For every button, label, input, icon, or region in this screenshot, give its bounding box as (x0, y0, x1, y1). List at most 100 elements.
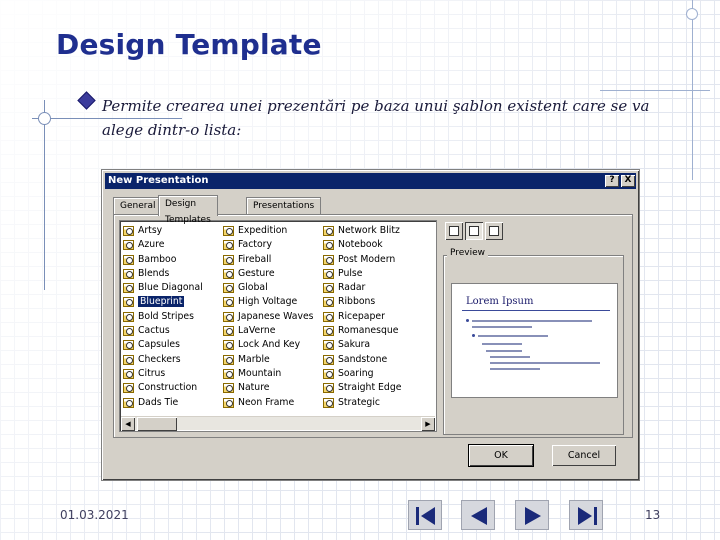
template-item[interactable]: Sakura (321, 338, 421, 352)
template-item[interactable]: Gesture (221, 267, 321, 281)
slide-title: Design Template (56, 28, 322, 61)
preview-text-line (478, 335, 548, 337)
template-file-icon (223, 340, 234, 351)
template-item-label: Global (238, 282, 268, 294)
template-file-icon (223, 240, 234, 251)
template-item[interactable]: Cactus (121, 324, 221, 338)
template-column: Artsy Azure Bamboo Blends Blue Diagonal Bluep… (121, 224, 221, 410)
template-file-icon (123, 297, 134, 308)
template-item[interactable]: Azure (121, 238, 221, 252)
template-item[interactable]: Post Modern (321, 253, 421, 267)
preview-slide-title: Lorem Ipsum (466, 296, 534, 307)
template-item[interactable]: Neon Frame (221, 396, 321, 410)
template-item[interactable]: Blueprint (121, 295, 221, 309)
ok-button[interactable]: OK (469, 445, 533, 466)
preview-text-line (486, 350, 522, 352)
template-item[interactable]: Soaring (321, 367, 421, 381)
template-file-icon (323, 354, 334, 365)
template-item[interactable]: Dads Tie (121, 396, 221, 410)
template-item-label: Mountain (238, 367, 282, 379)
tab-presentations[interactable]: Presentations (246, 197, 322, 215)
template-item[interactable]: Blends (121, 267, 221, 281)
template-item[interactable]: Expedition (221, 224, 321, 238)
template-item-label: Artsy (138, 225, 163, 236)
template-item[interactable]: Global (221, 281, 321, 295)
slide-date: 01.03.2021 (60, 508, 129, 522)
template-file-icon (123, 340, 134, 351)
template-item[interactable]: Citrus (121, 367, 221, 381)
template-file-icon (323, 340, 334, 351)
template-item[interactable]: Checkers (121, 353, 221, 367)
next-slide-icon[interactable] (515, 500, 549, 530)
template-file-icon (323, 240, 334, 251)
template-item[interactable]: High Voltage (221, 295, 321, 309)
scroll-thumb[interactable] (137, 417, 177, 431)
template-item[interactable]: Blue Diagonal (121, 281, 221, 295)
template-item-label: Network Blitz (338, 225, 400, 236)
template-item-label: Lock And Key (238, 339, 301, 351)
tab-general[interactable]: General (113, 197, 163, 215)
template-file-icon (123, 268, 134, 279)
list-view-icon[interactable] (465, 222, 483, 240)
template-item[interactable]: Radar (321, 281, 421, 295)
template-file-icon (123, 383, 134, 394)
template-item-label: Bold Stripes (138, 310, 194, 322)
dialog-title: New Presentation (108, 175, 209, 186)
template-item[interactable]: Nature (221, 381, 321, 395)
template-column: Expedition Factory Fireball Gesture Global Hi… (221, 224, 321, 410)
template-file-icon (323, 326, 334, 337)
scroll-right-icon[interactable]: ▶ (421, 417, 435, 431)
template-item[interactable]: Romanesque (321, 324, 421, 338)
template-item[interactable]: Network Blitz (321, 224, 421, 238)
horizontal-scrollbar[interactable]: ◀ ▶ (121, 416, 435, 431)
template-item[interactable]: Bamboo (121, 253, 221, 267)
tab-design-templates[interactable]: Design Templates (158, 195, 218, 225)
preview-label: Preview (447, 248, 489, 258)
template-item-label: Pulse (338, 267, 363, 279)
template-item[interactable]: Ribbons (321, 295, 421, 309)
preview-text-line (490, 356, 530, 358)
template-item[interactable]: LaVerne (221, 324, 321, 338)
preview-rule (462, 310, 610, 311)
template-item[interactable]: Japanese Waves (221, 310, 321, 324)
template-item[interactable]: Pulse (321, 267, 421, 281)
template-item[interactable]: Factory (221, 238, 321, 252)
scroll-left-icon[interactable]: ◀ (121, 417, 135, 431)
template-item[interactable]: Sandstone (321, 353, 421, 367)
help-button[interactable]: ? (605, 175, 619, 187)
cancel-button[interactable]: Cancel (552, 445, 616, 466)
template-item[interactable]: Straight Edge (321, 381, 421, 395)
last-slide-icon[interactable] (569, 500, 603, 530)
template-file-icon (223, 283, 234, 294)
preview-text-line (472, 326, 532, 328)
template-item-label: Factory (238, 239, 272, 251)
template-item[interactable]: Mountain (221, 367, 321, 381)
template-item-label: Soaring (338, 367, 374, 379)
template-item[interactable]: Bold Stripes (121, 310, 221, 324)
template-file-icon (123, 326, 134, 337)
template-item[interactable]: Construction (121, 381, 221, 395)
template-item[interactable]: Lock And Key (221, 338, 321, 352)
template-item-label: Ricepaper (338, 310, 385, 322)
preview-bullet (472, 334, 475, 337)
previous-slide-icon[interactable] (461, 500, 495, 530)
template-item-label: Japanese Waves (238, 310, 314, 322)
template-item[interactable]: Fireball (221, 253, 321, 267)
template-file-icon (223, 326, 234, 337)
template-item[interactable]: Marble (221, 353, 321, 367)
template-item-label: Capsules (138, 339, 180, 351)
template-item[interactable]: Capsules (121, 338, 221, 352)
close-button[interactable]: X (621, 175, 635, 187)
template-item-label: Ribbons (338, 296, 376, 308)
dialog-titlebar[interactable]: New Presentation ? X (105, 173, 636, 189)
first-slide-icon[interactable] (408, 500, 442, 530)
template-item[interactable]: Ricepaper (321, 310, 421, 324)
template-list[interactable]: Artsy Azure Bamboo Blends Blue Diagonal Bluep… (119, 220, 437, 432)
large-icons-view-icon[interactable] (445, 222, 463, 240)
template-item-label: Blue Diagonal (138, 282, 203, 294)
template-item[interactable]: Notebook (321, 238, 421, 252)
template-item-label: Checkers (138, 353, 181, 365)
template-item[interactable]: Strategic (321, 396, 421, 410)
template-file-icon (323, 283, 334, 294)
details-view-icon[interactable] (485, 222, 503, 240)
